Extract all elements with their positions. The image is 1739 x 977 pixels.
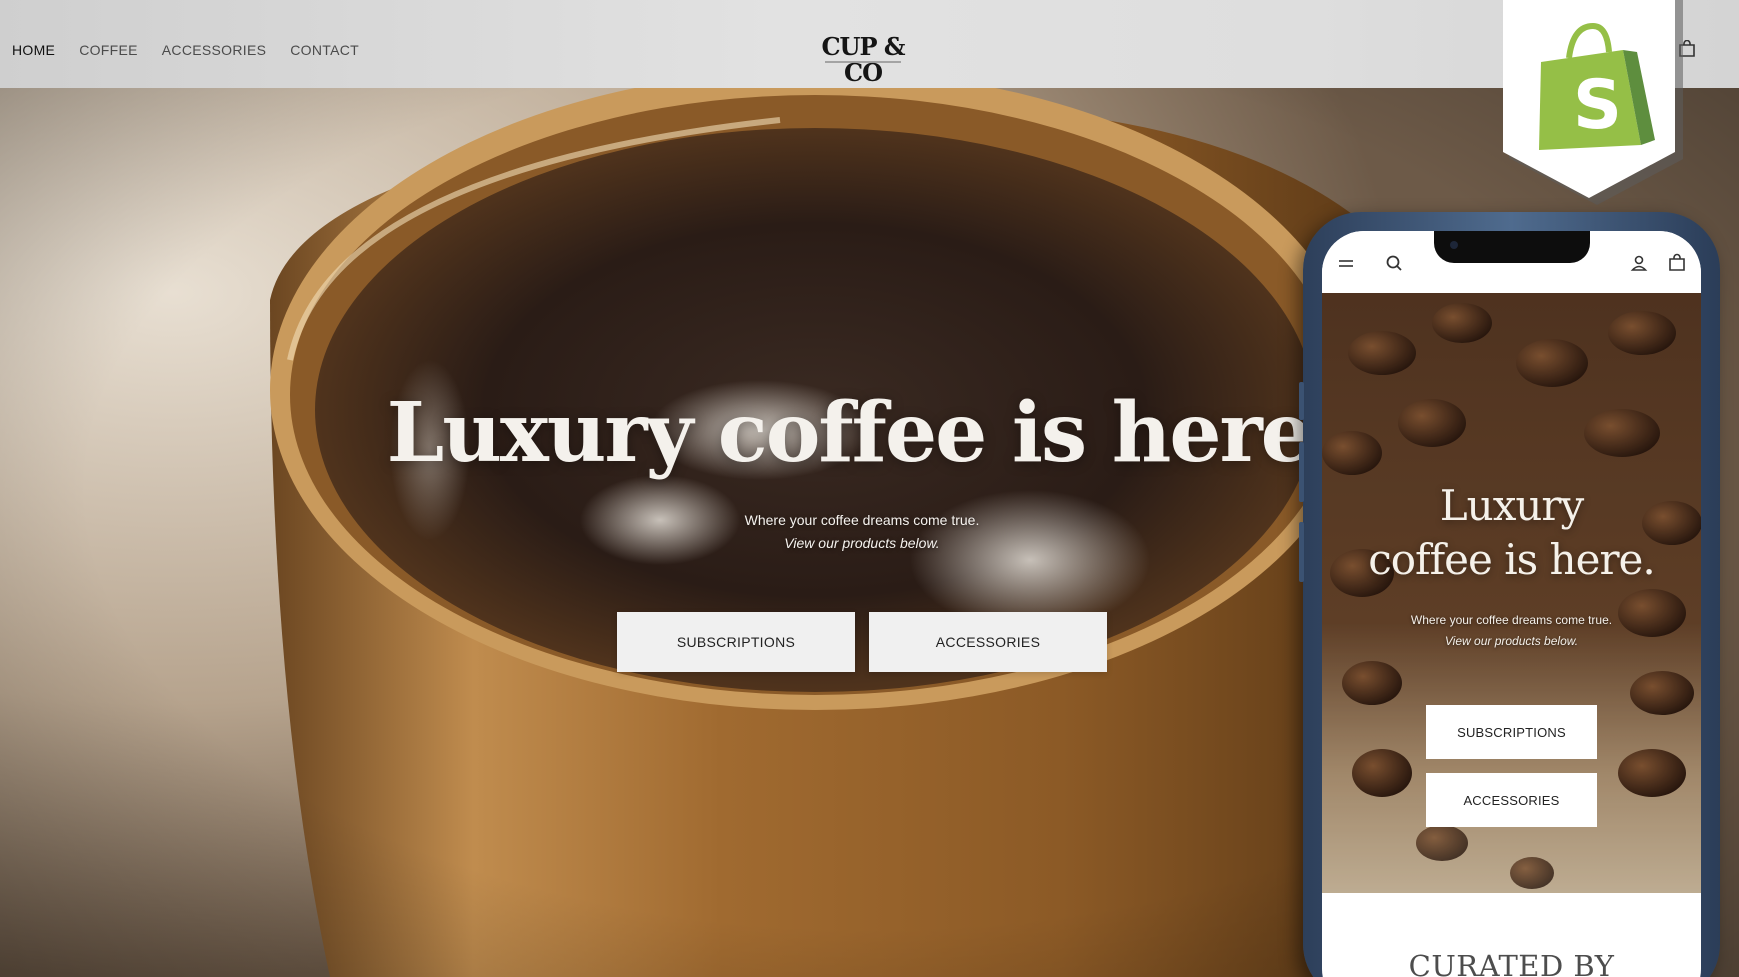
mobile-section-heading: CURATED BY <box>1408 949 1615 977</box>
accessories-button[interactable]: ACCESSORIES <box>869 612 1107 672</box>
svg-text:S: S <box>1573 66 1622 145</box>
nav-item-accessories[interactable]: ACCESSORIES <box>162 42 266 58</box>
subscriptions-button[interactable]: SUBSCRIPTIONS <box>617 612 855 672</box>
front-camera <box>1450 241 1458 249</box>
menu-icon[interactable] <box>1336 253 1356 273</box>
mobile-phone-mockup: Luxury coffee is here. Where your coffee… <box>1299 212 1720 977</box>
nav-item-coffee[interactable]: COFFEE <box>79 42 138 58</box>
search-icon[interactable] <box>1384 253 1404 273</box>
logo-wordmark: CUP & CO <box>821 32 905 87</box>
logo-tagline-line <box>825 61 901 63</box>
phone-notch <box>1434 231 1590 263</box>
mobile-hero-title-line2: coffee is here. <box>1368 535 1656 584</box>
desktop-header: HOME COFFEE ACCESSORIES CONTACT CUP & CO <box>0 0 1739 88</box>
account-icon[interactable] <box>1629 253 1649 273</box>
phone-volume-button <box>1299 442 1304 502</box>
nav-item-home[interactable]: HOME <box>12 42 55 58</box>
mobile-hero-title-line1: Luxury <box>1439 481 1584 530</box>
site-logo[interactable]: CUP & CO <box>803 34 923 86</box>
shopify-logo-icon: S <box>1503 0 1683 205</box>
mobile-screen: Luxury coffee is here. Where your coffee… <box>1322 231 1701 977</box>
mobile-hero-subtitle: Where your coffee dreams come true. <box>1410 613 1613 627</box>
mobile-hero: Luxury coffee is here. Where your coffee… <box>1322 293 1701 893</box>
composite-screenshot: HOME COFFEE ACCESSORIES CONTACT CUP & CO… <box>0 0 1739 977</box>
mobile-hero-subtitle-italic: View our products below. <box>1444 634 1579 648</box>
shopping-bag-icon[interactable] <box>1667 253 1687 273</box>
phone-volume-button <box>1299 382 1304 420</box>
mobile-subscriptions-button[interactable]: SUBSCRIPTIONS <box>1426 705 1597 759</box>
phone-volume-button <box>1299 522 1304 582</box>
main-nav: HOME COFFEE ACCESSORIES CONTACT <box>12 42 383 58</box>
nav-item-contact[interactable]: CONTACT <box>290 42 359 58</box>
mobile-accessories-button[interactable]: ACCESSORIES <box>1426 773 1597 827</box>
